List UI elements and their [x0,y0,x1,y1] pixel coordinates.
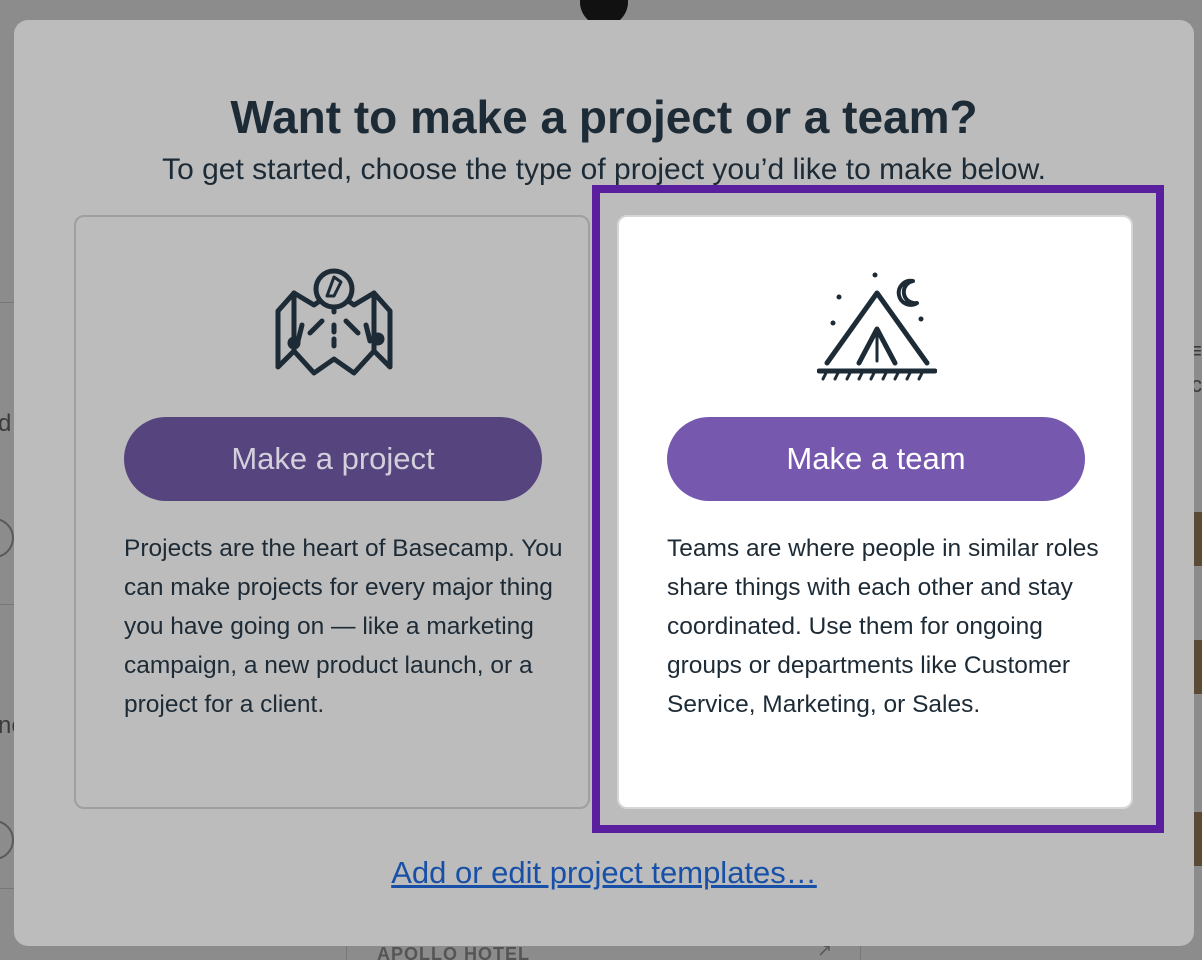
background-avatar [0,518,14,558]
background-project-card: APOLLO HOTEL ↗ [346,944,861,960]
edit-templates-link[interactable]: Add or edit project templates… [14,855,1194,891]
background-divider [0,302,14,303]
map-compass-icon [274,267,394,383]
background-card-title: APOLLO HOTEL [377,944,530,960]
modal-title: Want to make a project or a team? [230,91,978,143]
project-option-card: Make a project Projects are the heart of… [74,215,590,809]
arrow-icon: ↗ [817,944,834,960]
background-text-fragment: d [0,410,12,437]
team-card-highlight [592,185,1164,833]
background-divider [0,604,14,605]
background-avatar [0,820,14,860]
make-project-button[interactable]: Make a project [124,417,542,501]
background-divider [0,888,14,889]
new-project-modal: Want to make a project or a team? To get… [14,20,1194,946]
project-description: Projects are the heart of Basecamp. You … [124,535,563,718]
modal-subtitle: To get started, choose the type of proje… [162,153,1046,186]
